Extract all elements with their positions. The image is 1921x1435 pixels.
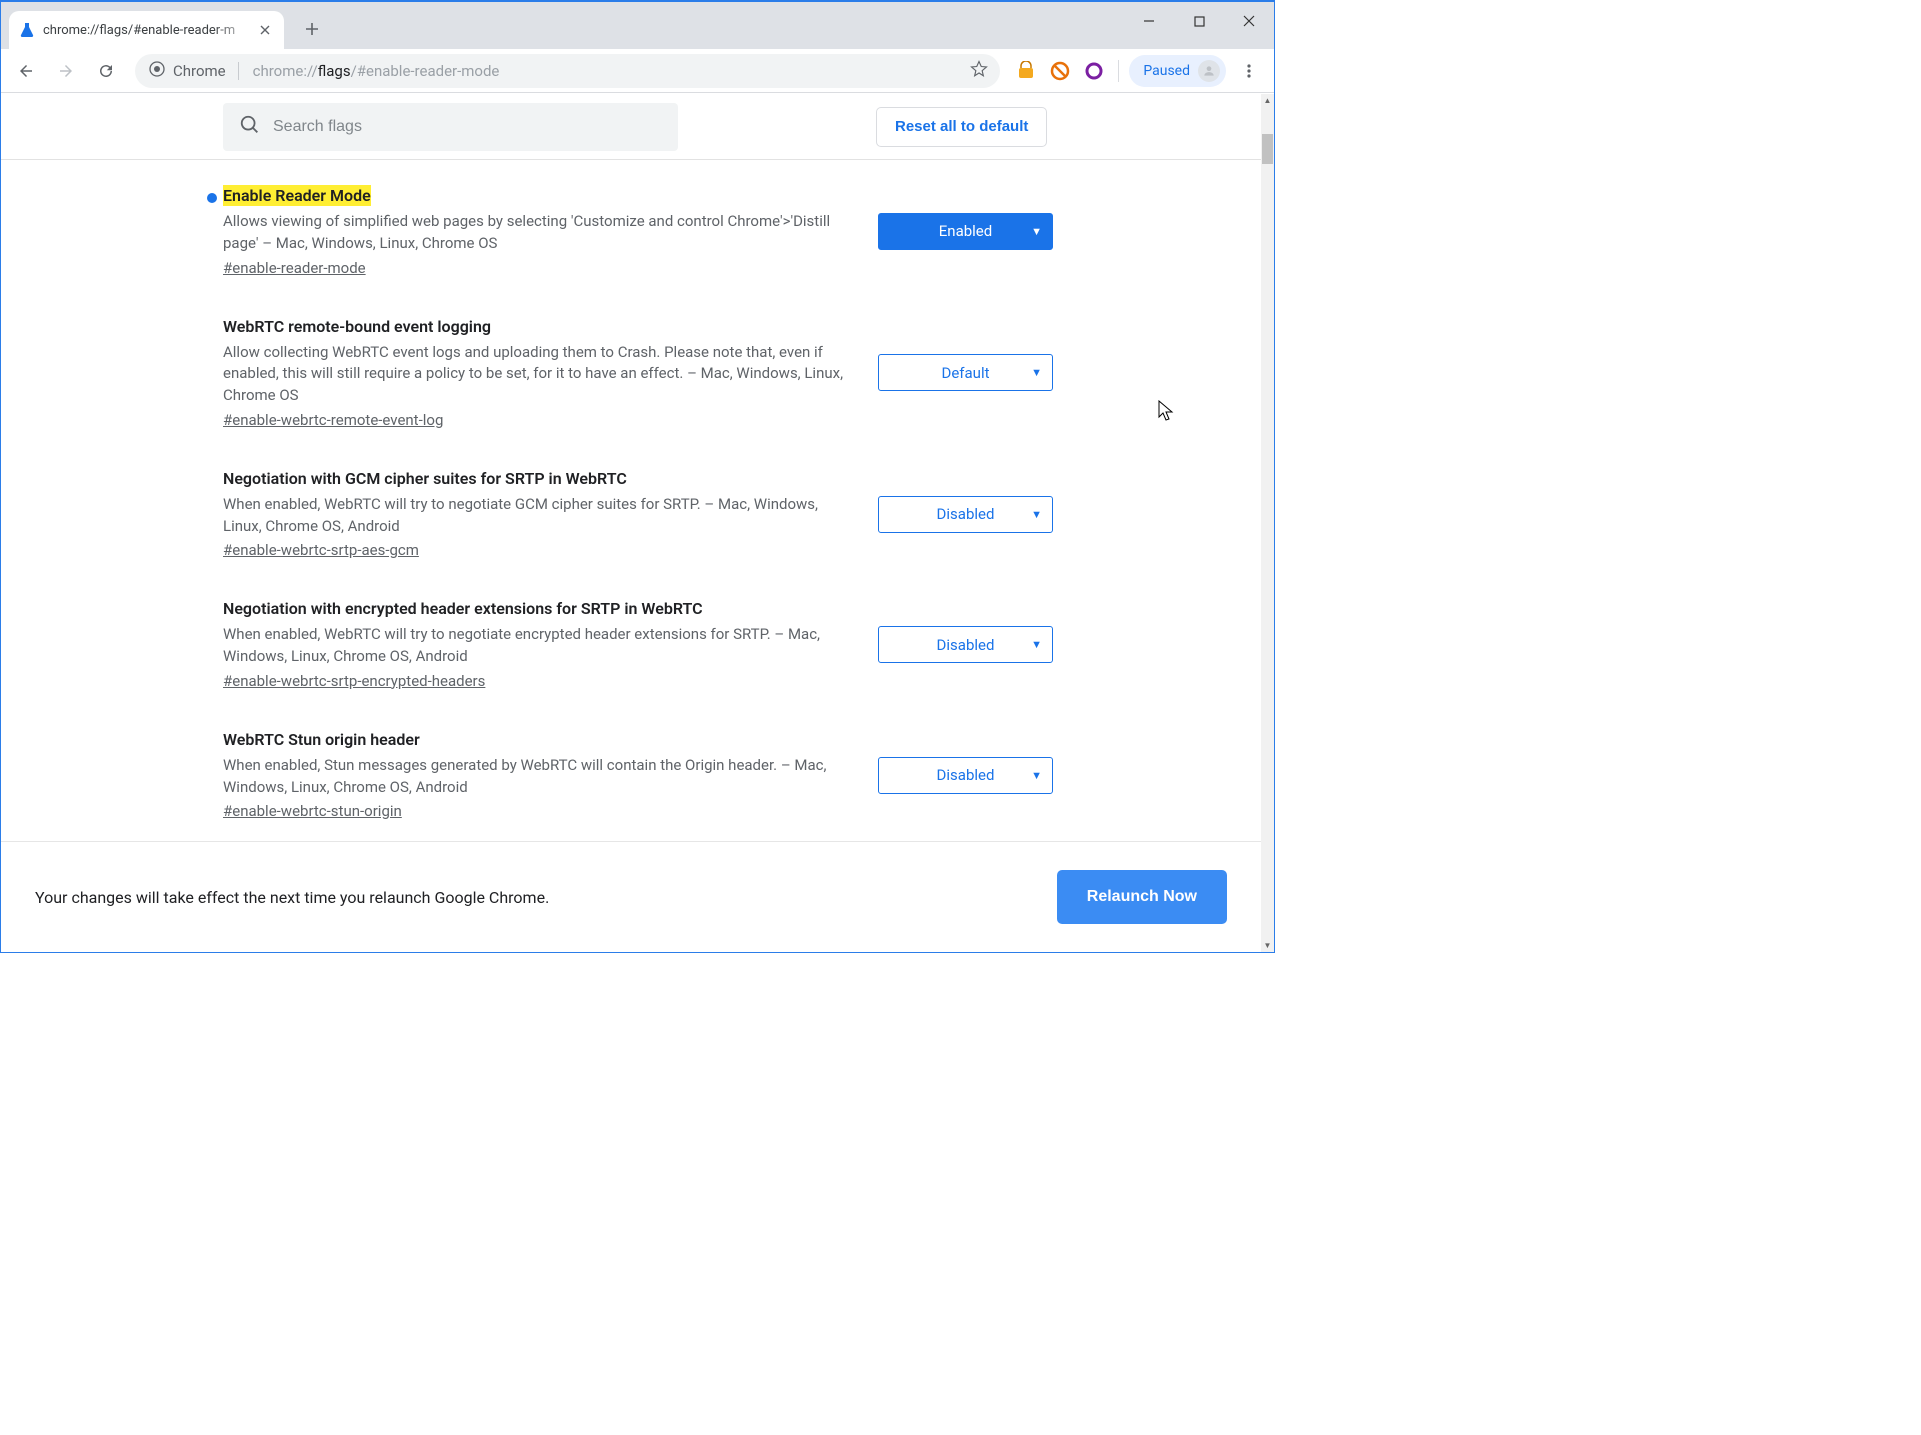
new-tab-button[interactable] (296, 13, 328, 45)
reload-button[interactable] (89, 54, 123, 88)
flask-icon (19, 22, 35, 38)
flag-title: WebRTC Stun origin header (223, 730, 420, 749)
flag-anchor-link[interactable]: #enable-webrtc-srtp-encrypted-headers (223, 672, 485, 690)
browser-toolbar: Chrome chrome://flags/#enable-reader-mod… (1, 49, 1274, 93)
avatar-icon (1198, 60, 1220, 82)
chip-divider (238, 62, 239, 80)
chevron-down-icon: ▼ (1031, 225, 1042, 238)
chrome-logo-icon (149, 61, 165, 81)
flag-text: Negotiation with encrypted header extens… (223, 599, 858, 690)
flag-select-wrap: Disabled ▼ (878, 469, 1053, 560)
url-text: chrome://flags/#enable-reader-mode (253, 62, 500, 80)
maximize-button[interactable] (1174, 2, 1224, 40)
search-icon (239, 114, 261, 140)
flag-select-value: Enabled (939, 222, 992, 240)
flag-item: WebRTC Stun origin header When enabled, S… (223, 730, 1053, 821)
flag-select-wrap: Disabled ▼ (878, 730, 1053, 821)
window-controls (1124, 2, 1274, 40)
extension-icon-2[interactable] (1046, 57, 1074, 85)
flags-list: Enable Reader Mode Allows viewing of simp… (1, 160, 1261, 841)
forward-button[interactable] (49, 54, 83, 88)
page-viewport: Reset all to default Enable Reader Mode A… (1, 94, 1274, 952)
browser-tab[interactable]: chrome://flags/#enable-reader-m (9, 11, 284, 49)
flag-title: WebRTC remote-bound event logging (223, 317, 491, 336)
minimize-button[interactable] (1124, 2, 1174, 40)
toolbar-divider (1118, 60, 1119, 82)
flag-select[interactable]: Disabled ▼ (878, 496, 1053, 533)
scroll-up-icon[interactable]: ▲ (1261, 94, 1274, 107)
flag-anchor-link[interactable]: #enable-webrtc-stun-origin (223, 802, 402, 820)
flag-item: Negotiation with GCM cipher suites for S… (223, 469, 1053, 560)
search-input[interactable] (273, 118, 662, 136)
flag-text: WebRTC remote-bound event logging Allow c… (223, 317, 858, 429)
scrollbar-thumb[interactable] (1262, 134, 1273, 164)
flag-select-wrap: Default ▼ (878, 317, 1053, 429)
flag-item: Negotiation with encrypted header extens… (223, 599, 1053, 690)
relaunch-button-label: Relaunch Now (1087, 888, 1197, 906)
flag-description: When enabled, WebRTC will try to negotia… (223, 624, 858, 668)
scroll-down-icon[interactable]: ▼ (1261, 939, 1274, 952)
flag-item: WebRTC remote-bound event logging Allow c… (223, 317, 1053, 429)
bookmark-star-icon[interactable] (970, 60, 988, 82)
flag-text: Negotiation with GCM cipher suites for S… (223, 469, 858, 560)
profile-status-label: Paused (1143, 63, 1190, 79)
chrome-menu-button[interactable] (1232, 54, 1266, 88)
chevron-down-icon: ▼ (1031, 769, 1042, 782)
close-window-button[interactable] (1224, 2, 1274, 40)
flag-description: Allow collecting WebRTC event logs and u… (223, 342, 858, 407)
tab-title: chrome://flags/#enable-reader-m (43, 23, 256, 38)
flag-description: When enabled, WebRTC will try to negotia… (223, 494, 858, 538)
flag-anchor-link[interactable]: #enable-webrtc-srtp-aes-gcm (223, 541, 419, 559)
flag-select-value: Disabled (937, 766, 995, 784)
flag-item: Enable Reader Mode Allows viewing of simp… (223, 186, 1053, 277)
chevron-down-icon: ▼ (1031, 508, 1042, 521)
reset-all-button[interactable]: Reset all to default (876, 107, 1047, 147)
flag-select[interactable]: Enabled ▼ (878, 213, 1053, 250)
flag-select-wrap: Enabled ▼ (878, 186, 1053, 277)
flag-title: Negotiation with GCM cipher suites for S… (223, 469, 627, 488)
flags-header: Reset all to default (1, 94, 1274, 160)
flag-select-wrap: Disabled ▼ (878, 599, 1053, 690)
back-button[interactable] (9, 54, 43, 88)
flag-title: Negotiation with encrypted header extens… (223, 599, 703, 618)
chevron-down-icon: ▼ (1031, 638, 1042, 651)
flag-anchor-link[interactable]: #enable-reader-mode (223, 259, 366, 277)
flag-text: WebRTC Stun origin header When enabled, S… (223, 730, 858, 821)
flag-description: Allows viewing of simplified web pages b… (223, 211, 858, 255)
flag-anchor-link[interactable]: #enable-webrtc-remote-event-log (223, 411, 443, 429)
modified-dot-icon (207, 193, 217, 203)
flag-text: Enable Reader Mode Allows viewing of simp… (223, 186, 858, 277)
site-chip: Chrome (149, 61, 243, 81)
flag-select[interactable]: Disabled ▼ (878, 757, 1053, 794)
relaunch-button[interactable]: Relaunch Now (1057, 870, 1227, 924)
titlebar: chrome://flags/#enable-reader-m (1, 2, 1274, 49)
reset-label: Reset all to default (895, 118, 1028, 135)
flag-select-value: Default (942, 364, 990, 382)
flag-select[interactable]: Disabled ▼ (878, 626, 1053, 663)
flag-select[interactable]: Default ▼ (878, 354, 1053, 391)
flag-description: When enabled, Stun messages generated by… (223, 755, 858, 799)
vertical-scrollbar[interactable]: ▲ ▼ (1261, 94, 1274, 952)
flag-select-value: Disabled (937, 636, 995, 654)
relaunch-bar: Your changes will take effect the next t… (1, 841, 1261, 952)
search-flags-box[interactable] (223, 103, 678, 151)
close-tab-icon[interactable] (256, 21, 274, 39)
extension-icon-1[interactable] (1012, 57, 1040, 85)
flag-title: Enable Reader Mode (223, 185, 371, 206)
flag-select-value: Disabled (937, 505, 995, 523)
address-bar[interactable]: Chrome chrome://flags/#enable-reader-mod… (135, 54, 1000, 88)
site-chip-label: Chrome (173, 62, 226, 80)
relaunch-message: Your changes will take effect the next t… (35, 888, 549, 907)
chevron-down-icon: ▼ (1031, 366, 1042, 379)
extension-icon-3[interactable] (1080, 57, 1108, 85)
profile-chip[interactable]: Paused (1129, 55, 1226, 87)
